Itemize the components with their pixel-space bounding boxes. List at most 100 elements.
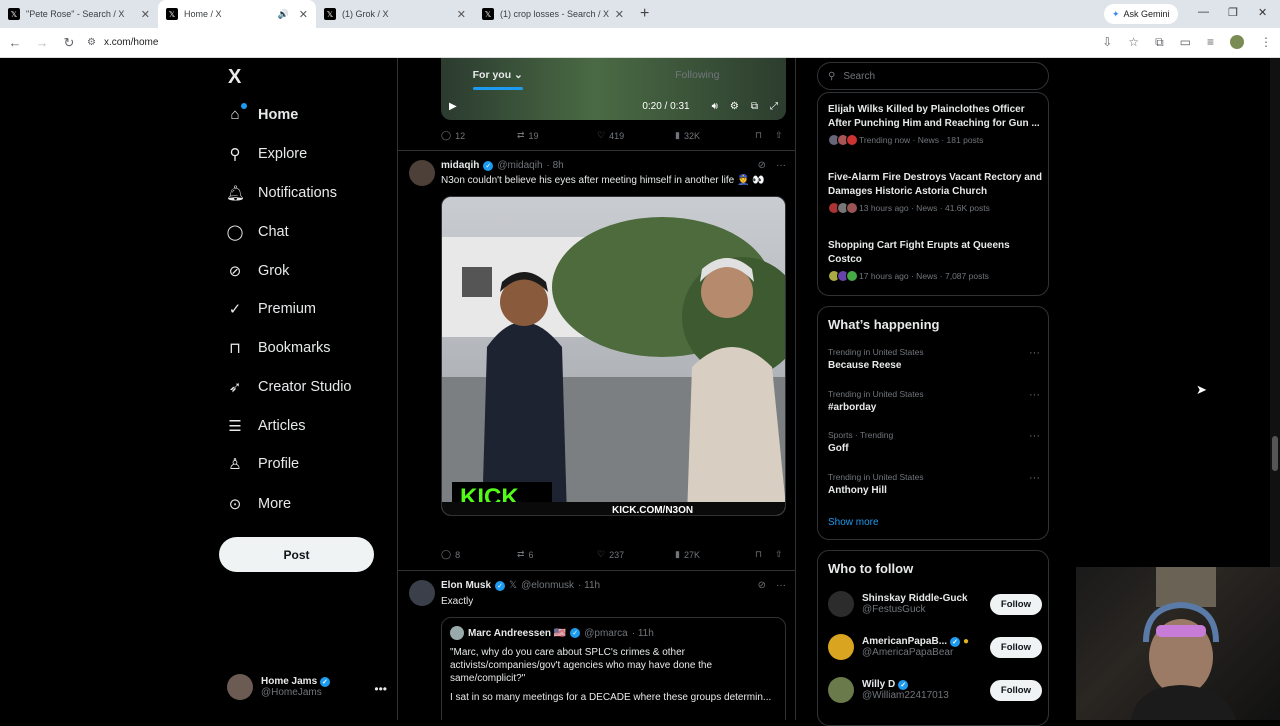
avatar[interactable] — [409, 580, 435, 606]
account-name: Home Jams ✓ — [261, 676, 330, 687]
browser-tab[interactable]: 𝕏 (1) crop losses - Search / X ✕ — [474, 0, 632, 28]
minimize-icon[interactable]: — — [1198, 6, 1209, 18]
follow-suggestion[interactable]: Shinskay Riddle-Guck @FestusGuck Follow — [828, 591, 1042, 617]
account-switcher[interactable]: Home Jams ✓ @HomeJams ••• — [227, 674, 387, 700]
new-tab-button[interactable]: + — [640, 5, 649, 23]
close-window-icon[interactable]: ✕ — [1258, 6, 1267, 19]
reply-button[interactable]: ◯ 12 — [441, 130, 517, 141]
show-more-link[interactable]: Show more — [828, 517, 879, 528]
address-bar[interactable]: ⚙ x.com/home — [87, 37, 158, 48]
install-icon[interactable]: ⇩ — [1102, 35, 1112, 50]
repost-button[interactable]: ⇄ 6 — [517, 549, 597, 560]
more-icon[interactable]: ••• — [374, 682, 387, 696]
fullscreen-icon[interactable]: ⤢ — [770, 101, 778, 112]
reply-icon: ◯ — [441, 130, 452, 140]
close-tab-icon[interactable]: ✕ — [299, 8, 308, 21]
author-handle[interactable]: @elonmusk — [521, 580, 574, 591]
follow-suggestion[interactable]: Willy D ✓ @William22417013 Follow — [828, 677, 1042, 703]
trend-item[interactable]: Sports · Trending Goff ··· — [828, 430, 1040, 454]
follow-button[interactable]: Follow — [989, 679, 1042, 701]
share-icon[interactable]: ⇧ — [775, 549, 783, 560]
browser-tab-bar: 𝕏 "Pete Rose" - Search / X ✕ 𝕏 Home / X … — [0, 0, 1280, 28]
repost-button[interactable]: ⇄ 19 — [517, 130, 597, 141]
nav-creator-studio[interactable]: ➶ Creator Studio — [226, 378, 352, 396]
bookmark-icon[interactable]: ⊓ — [755, 549, 775, 560]
reply-button[interactable]: ◯ 8 — [441, 549, 517, 560]
author-name[interactable]: midaqih — [441, 160, 479, 171]
tweet-time[interactable]: · 8h — [547, 160, 564, 171]
news-item[interactable]: Five-Alarm Fire Destroys Vacant Rectory … — [828, 171, 1042, 214]
nav-bookmarks[interactable]: ⊓ Bookmarks — [226, 339, 330, 357]
tweet-time[interactable]: · 11h — [578, 580, 600, 591]
nav-profile[interactable]: ♙ Profile — [226, 455, 299, 473]
news-item[interactable]: Shopping Cart Fight Erupts at Queens Cos… — [828, 239, 1042, 282]
reload-icon[interactable]: ↻ — [57, 35, 81, 51]
verified-badge-icon: ✓ — [898, 679, 909, 690]
nav-home[interactable]: ⌂ Home — [226, 103, 298, 123]
nav-notifications[interactable]: 🔔︎ Notifications — [226, 184, 337, 202]
tab-for-you[interactable]: For you ⌄ — [398, 58, 598, 92]
like-button[interactable]: ♡ 419 — [597, 130, 675, 141]
news-item[interactable]: Elijah Wilks Killed by Plainclothes Offi… — [828, 103, 1042, 146]
avatar[interactable] — [409, 160, 435, 186]
close-tab-icon[interactable]: ✕ — [457, 8, 466, 21]
nav-label: Grok — [258, 263, 290, 279]
grok-icon[interactable]: ⊘ — [758, 160, 766, 171]
profile-avatar[interactable] — [1230, 35, 1244, 49]
back-icon[interactable]: ← — [3, 35, 27, 50]
views-button[interactable]: ▮ 32K — [675, 130, 755, 141]
media-icon[interactable]: ≡ — [1207, 35, 1214, 50]
tweet-media-image[interactable]: KICK KICK.COM/N3ON KICK.COM/N3ON — [441, 196, 786, 516]
bookmark-icon[interactable]: ⊓ — [755, 130, 775, 141]
author-handle[interactable]: @midaqih — [497, 160, 542, 171]
quote-tweet[interactable]: Marc Andreessen 🇺🇸 ✓ @pmarca · 11h "Marc… — [441, 617, 786, 720]
ask-gemini-button[interactable]: ✦ Ask Gemini — [1104, 4, 1178, 24]
heart-icon: ♡ — [597, 549, 606, 559]
trend-item[interactable]: Trending in United States Because Reese ··… — [828, 347, 1040, 371]
volume-icon[interactable]: 🔊︎ — [712, 101, 718, 112]
nav-more[interactable]: ⊙ More — [226, 495, 291, 513]
site-info-icon[interactable]: ⚙ — [87, 37, 96, 48]
tab-following[interactable]: Following — [598, 58, 796, 92]
author-name[interactable]: Elon Musk — [441, 580, 491, 591]
grok-icon[interactable]: ⊘ — [758, 580, 766, 591]
nav-chat[interactable]: ◯ Chat — [226, 223, 289, 241]
chevron-down-icon: ⌄ — [514, 69, 523, 81]
cast-icon[interactable]: ▭ — [1180, 35, 1191, 50]
x-logo-icon[interactable]: X — [228, 66, 241, 89]
panel-title: Who to follow — [828, 561, 914, 576]
nav-articles[interactable]: ☰ Articles — [226, 417, 305, 435]
nav-grok[interactable]: ⊘ Grok — [226, 262, 290, 280]
speaker-icon[interactable]: 🔊 — [278, 9, 289, 20]
like-button[interactable]: ♡ 237 — [597, 549, 675, 560]
nav-explore[interactable]: ⚲ Explore — [226, 145, 308, 163]
star-icon[interactable]: ☆ — [1128, 35, 1139, 50]
post-button[interactable]: Post — [219, 537, 374, 572]
heart-icon: ♡ — [597, 130, 606, 140]
menu-icon[interactable]: ⋮ — [1260, 35, 1272, 50]
forward-icon[interactable]: → — [30, 35, 54, 50]
follow-button[interactable]: Follow — [989, 593, 1042, 615]
play-icon[interactable]: ▶ — [449, 101, 457, 112]
settings-gear-icon[interactable]: ⚙ — [730, 101, 739, 112]
search-input[interactable]: ⚲ Search — [817, 62, 1049, 90]
close-tab-icon[interactable]: ✕ — [141, 8, 150, 21]
more-icon[interactable]: ··· — [776, 580, 786, 591]
restore-icon[interactable]: ❐ — [1228, 6, 1238, 19]
browser-tab[interactable]: 𝕏 "Pete Rose" - Search / X ✕ — [0, 0, 158, 28]
more-icon[interactable]: ··· — [776, 160, 786, 171]
trend-item[interactable]: Trending in United States #arborday ··· — [828, 389, 1040, 413]
browser-tab[interactable]: 𝕏 (1) Grok / X ✕ — [316, 0, 474, 28]
nav-premium[interactable]: ✓ Premium — [226, 300, 316, 318]
follow-suggestion[interactable]: AmericanPapaB... ✓ ● @AmericaPapaBear Follo… — [828, 634, 1042, 660]
account-handle: @HomeJams — [261, 687, 322, 698]
miniplayer-icon[interactable]: ⧉ — [751, 101, 758, 112]
browser-tab-active[interactable]: 𝕏 Home / X 🔊 ✕ — [158, 0, 316, 28]
extensions-icon[interactable]: ⧉ — [1155, 35, 1164, 50]
follow-button[interactable]: Follow — [989, 636, 1042, 658]
views-button[interactable]: ▮ 27K — [675, 549, 755, 560]
scrollbar-thumb[interactable] — [1272, 436, 1278, 471]
trend-item[interactable]: Trending in United States Anthony Hill ··· — [828, 472, 1040, 496]
share-icon[interactable]: ⇧ — [775, 130, 783, 141]
close-tab-icon[interactable]: ✕ — [615, 8, 624, 21]
